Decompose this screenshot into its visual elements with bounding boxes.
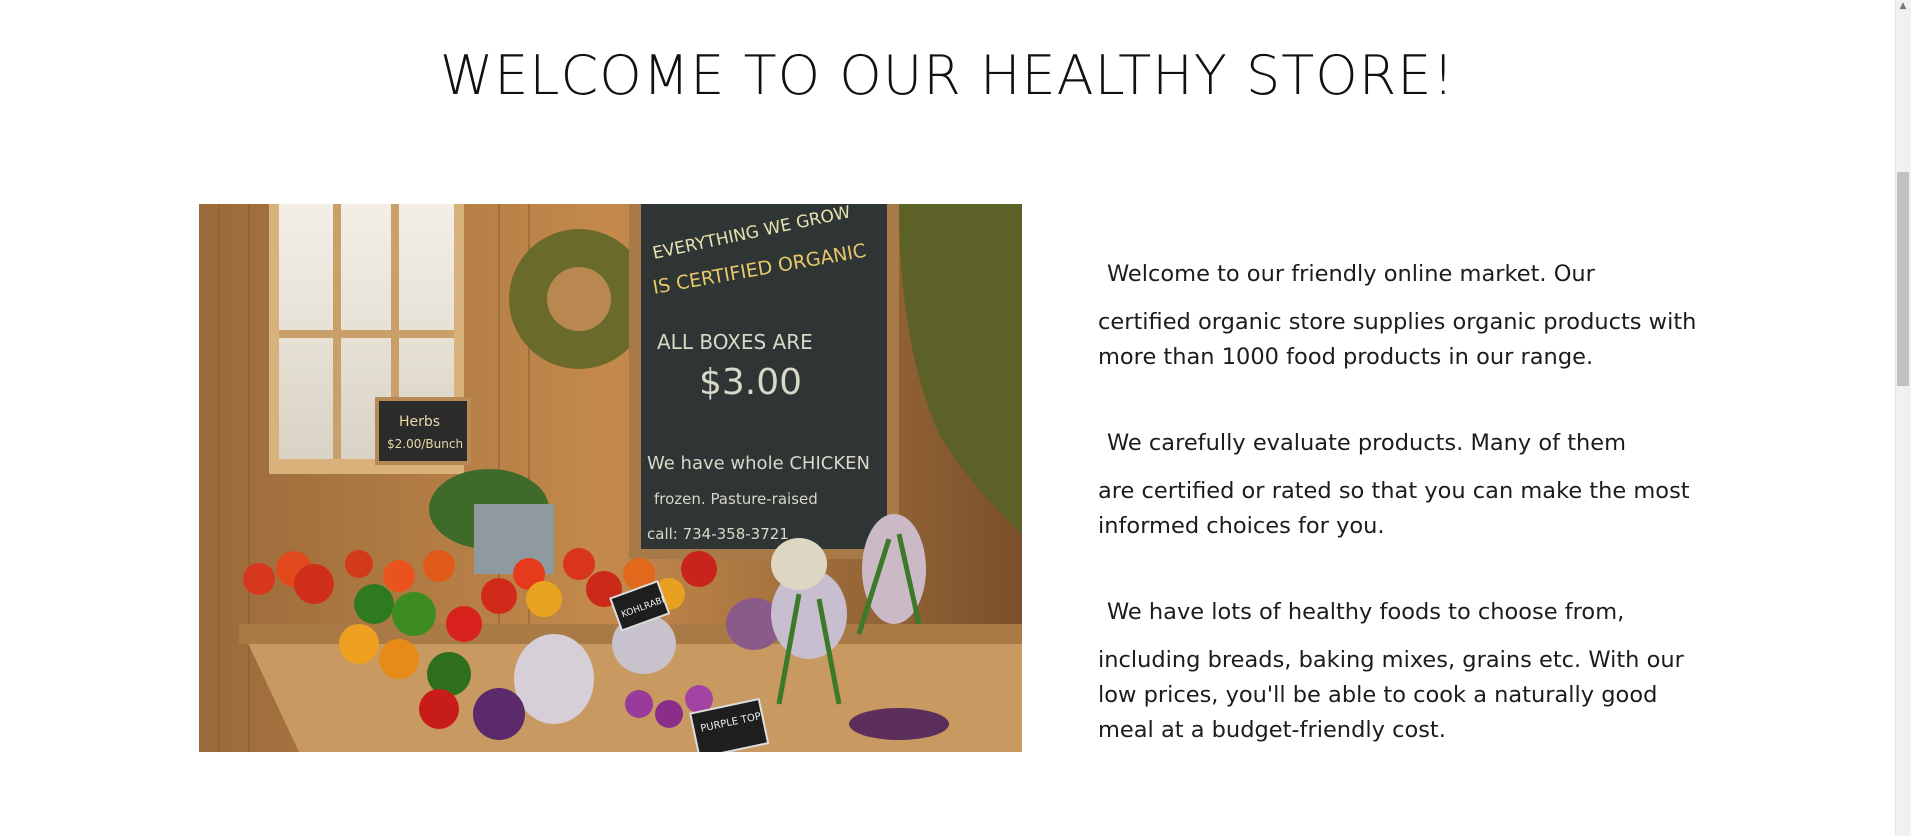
paragraph-intro: Welcome to our friendly online market. O… bbox=[1098, 257, 1718, 375]
paragraph-line: We carefully evaluate products. Many of … bbox=[1107, 430, 1627, 456]
paragraph-foods: We have lots of healthy foods to choose … bbox=[1098, 595, 1718, 748]
paragraph-evaluation: We carefully evaluate products. Many of … bbox=[1098, 426, 1718, 544]
paragraph-body: certified organic store supplies organic… bbox=[1098, 309, 1697, 370]
paragraph-body: are certified or rated so that you can m… bbox=[1098, 478, 1690, 539]
scroll-up-icon[interactable]: ▲ bbox=[1898, 0, 1908, 12]
store-photo: Herbs $2.00/Bunch EVERYTHING WE GROW IS … bbox=[199, 204, 1022, 752]
chalk-line-7: call: 734-358-3721 bbox=[647, 525, 789, 543]
page: WELCOME TO OUR HEALTHY STORE! Herbs $2.0… bbox=[0, 0, 1895, 836]
paragraph-body: including breads, baking mixes, grains e… bbox=[1098, 647, 1684, 743]
paragraph-line: We have lots of healthy foods to choose … bbox=[1107, 599, 1625, 625]
chalk-line-5: We have whole CHICKEN bbox=[647, 453, 870, 474]
herbs-sign-text: Herbs bbox=[399, 414, 440, 430]
vertical-scrollbar[interactable]: ▲ bbox=[1895, 0, 1911, 836]
page-title: WELCOME TO OUR HEALTHY STORE! bbox=[439, 44, 1456, 107]
paragraph-line: Welcome to our friendly online market. O… bbox=[1107, 261, 1595, 287]
chalk-line-3: ALL BOXES ARE bbox=[657, 330, 813, 354]
herbs-price-text: $2.00/Bunch bbox=[387, 437, 463, 451]
intro-text: Welcome to our friendly online market. O… bbox=[1098, 257, 1718, 799]
chalk-line-6: frozen. Pasture-raised bbox=[654, 490, 818, 508]
chalk-line-4: $3.00 bbox=[699, 362, 802, 403]
store-photo-illustration: Herbs $2.00/Bunch EVERYTHING WE GROW IS … bbox=[199, 204, 1022, 752]
scrollbar-thumb[interactable] bbox=[1897, 172, 1909, 386]
